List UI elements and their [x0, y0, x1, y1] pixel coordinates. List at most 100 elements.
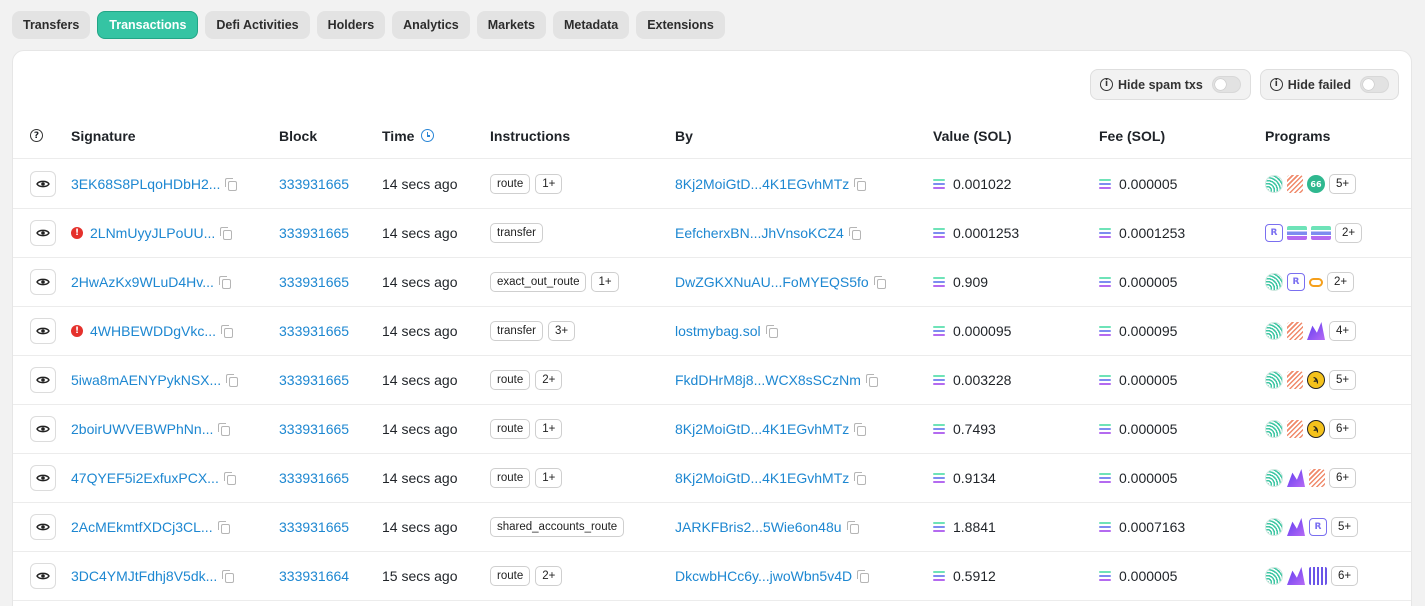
signature-link[interactable]: 2AcMEkmtfXDCj3CL... — [71, 519, 213, 535]
copy-icon[interactable] — [854, 177, 867, 191]
copy-icon[interactable] — [846, 520, 859, 534]
signer-link[interactable]: 8Kj2MoiGtD...4K1EGvhMTz — [675, 470, 849, 486]
clock-icon[interactable] — [421, 129, 435, 142]
block-link[interactable]: 333931665 — [279, 225, 349, 241]
copy-icon[interactable] — [221, 324, 234, 338]
program-jupiter-icon[interactable] — [1265, 322, 1283, 340]
program-raydium-icon[interactable]: R — [1309, 518, 1327, 536]
tab-transactions[interactable]: Transactions — [97, 11, 199, 39]
program-solstack-icon[interactable] — [1287, 226, 1307, 240]
signature-link[interactable]: 2boirUWVEBWPhNn... — [71, 421, 213, 437]
signer-link[interactable]: EefcherxBN...JhVnsoKCZ4 — [675, 225, 844, 241]
signer-link[interactable]: 8Kj2MoiGtD...4K1EGvhMTz — [675, 421, 849, 437]
copy-icon[interactable] — [854, 471, 867, 485]
copy-icon[interactable] — [217, 520, 230, 534]
instruction-more-badge[interactable]: 1+ — [591, 272, 619, 292]
programs-more-badge[interactable]: 6+ — [1329, 468, 1356, 488]
instruction-more-badge[interactable]: 1+ — [535, 174, 563, 194]
program-raydium-icon[interactable]: R — [1287, 273, 1305, 291]
program-jupiter-icon[interactable] — [1265, 567, 1283, 585]
signature-link[interactable]: 5iwa8mAENYPykNSX... — [71, 372, 221, 388]
program-hatch-icon[interactable] — [1287, 371, 1303, 389]
view-transaction-button[interactable] — [30, 318, 56, 344]
programs-more-badge[interactable]: 6+ — [1329, 419, 1356, 439]
program-jupiter-icon[interactable] — [1265, 371, 1283, 389]
instruction-badge[interactable]: transfer — [490, 321, 543, 341]
block-link[interactable]: 333931665 — [279, 323, 349, 339]
copy-icon[interactable] — [222, 569, 235, 583]
program-jupiter-icon[interactable] — [1265, 420, 1283, 438]
programs-more-badge[interactable]: 5+ — [1331, 517, 1358, 537]
program-raydium-icon[interactable]: R — [1265, 224, 1283, 242]
instruction-badge[interactable]: route — [490, 566, 531, 586]
copy-icon[interactable] — [225, 177, 238, 191]
signature-link[interactable]: 47QYEF5i2ExfuxPCX... — [71, 470, 219, 486]
program-meteora-icon[interactable] — [1287, 518, 1305, 536]
signer-link[interactable]: lostmybag.sol — [675, 323, 761, 339]
programs-more-badge[interactable]: 5+ — [1329, 174, 1356, 194]
block-link[interactable]: 333931665 — [279, 519, 349, 535]
copy-icon[interactable] — [854, 422, 867, 436]
copy-icon[interactable] — [865, 373, 878, 387]
instruction-more-badge[interactable]: 1+ — [535, 468, 563, 488]
instruction-more-badge[interactable]: 3+ — [548, 321, 576, 341]
view-transaction-button[interactable] — [30, 563, 56, 589]
program-jupiter-icon[interactable] — [1265, 273, 1283, 291]
signature-link[interactable]: 3DC4YMJtFdhj8V5dk... — [71, 568, 217, 584]
view-transaction-button[interactable] — [30, 171, 56, 197]
copy-icon[interactable] — [220, 226, 233, 240]
program-hatch-icon[interactable] — [1309, 469, 1325, 487]
signature-link[interactable]: 3EK68S8PLqoHDbH2... — [71, 176, 220, 192]
copy-icon[interactable] — [848, 226, 861, 240]
instruction-badge[interactable]: route — [490, 174, 531, 194]
program-bars-icon[interactable] — [1309, 567, 1327, 585]
block-link[interactable]: 333931665 — [279, 274, 349, 290]
program-hatch-icon[interactable] — [1287, 175, 1303, 193]
programs-more-badge[interactable]: 2+ — [1335, 223, 1362, 243]
signature-link[interactable]: 2HwAzKx9WLuD4Hv... — [71, 274, 214, 290]
view-transaction-button[interactable] — [30, 465, 56, 491]
block-link[interactable]: 333931665 — [279, 176, 349, 192]
tab-extensions[interactable]: Extensions — [636, 11, 725, 39]
instruction-badge[interactable]: shared_accounts_route — [490, 517, 625, 537]
instruction-badge[interactable]: transfer — [490, 223, 543, 243]
program-jupiter-icon[interactable] — [1265, 469, 1283, 487]
hide-spam-toggle[interactable]: i Hide spam txs — [1090, 69, 1251, 100]
program-jupiter-icon[interactable] — [1265, 175, 1283, 193]
signer-link[interactable]: DkcwbHCc6y...jwoWbn5v4D — [675, 568, 852, 584]
signer-link[interactable]: JARKFBris2...5Wie6on48u — [675, 519, 842, 535]
tab-markets[interactable]: Markets — [476, 11, 546, 39]
signature-link[interactable]: 4WHBEWDDgVkc... — [90, 323, 216, 339]
program-jupiter-icon[interactable] — [1265, 518, 1283, 536]
tab-transfers[interactable]: Transfers — [12, 11, 91, 39]
program-hatch-icon[interactable] — [1287, 322, 1303, 340]
instruction-more-badge[interactable]: 2+ — [535, 566, 563, 586]
copy-icon[interactable] — [765, 324, 778, 338]
program-yellow-icon[interactable]: ϡ — [1307, 371, 1325, 389]
program-meteora-icon[interactable] — [1307, 322, 1325, 340]
tab-metadata[interactable]: Metadata — [553, 11, 630, 39]
program-yellow-icon[interactable]: ϡ — [1307, 420, 1325, 438]
instruction-badge[interactable]: route — [490, 468, 531, 488]
header-help[interactable]: ? — [30, 113, 43, 158]
copy-icon[interactable] — [218, 275, 231, 289]
program-orange-icon[interactable] — [1309, 277, 1323, 287]
copy-icon[interactable] — [223, 471, 236, 485]
signature-link[interactable]: 2LNmUyyJLPoUU... — [90, 225, 215, 241]
program-meteora-icon[interactable] — [1287, 469, 1305, 487]
instruction-badge[interactable]: route — [490, 370, 531, 390]
view-transaction-button[interactable] — [30, 514, 56, 540]
signer-link[interactable]: DwZGKXNuAU...FoMYEQS5fo — [675, 274, 869, 290]
instruction-more-badge[interactable]: 1+ — [535, 419, 563, 439]
copy-icon[interactable] — [226, 373, 239, 387]
instruction-badge[interactable]: route — [490, 419, 531, 439]
signer-link[interactable]: 8Kj2MoiGtD...4K1EGvhMTz — [675, 176, 849, 192]
program-meteora-icon[interactable] — [1287, 567, 1305, 585]
programs-more-badge[interactable]: 4+ — [1329, 321, 1356, 341]
view-transaction-button[interactable] — [30, 220, 56, 246]
block-link[interactable]: 333931665 — [279, 421, 349, 437]
instruction-more-badge[interactable]: 2+ — [535, 370, 563, 390]
program-66-icon[interactable]: 66 — [1307, 175, 1325, 193]
tab-holders[interactable]: Holders — [316, 11, 386, 39]
copy-icon[interactable] — [857, 569, 870, 583]
